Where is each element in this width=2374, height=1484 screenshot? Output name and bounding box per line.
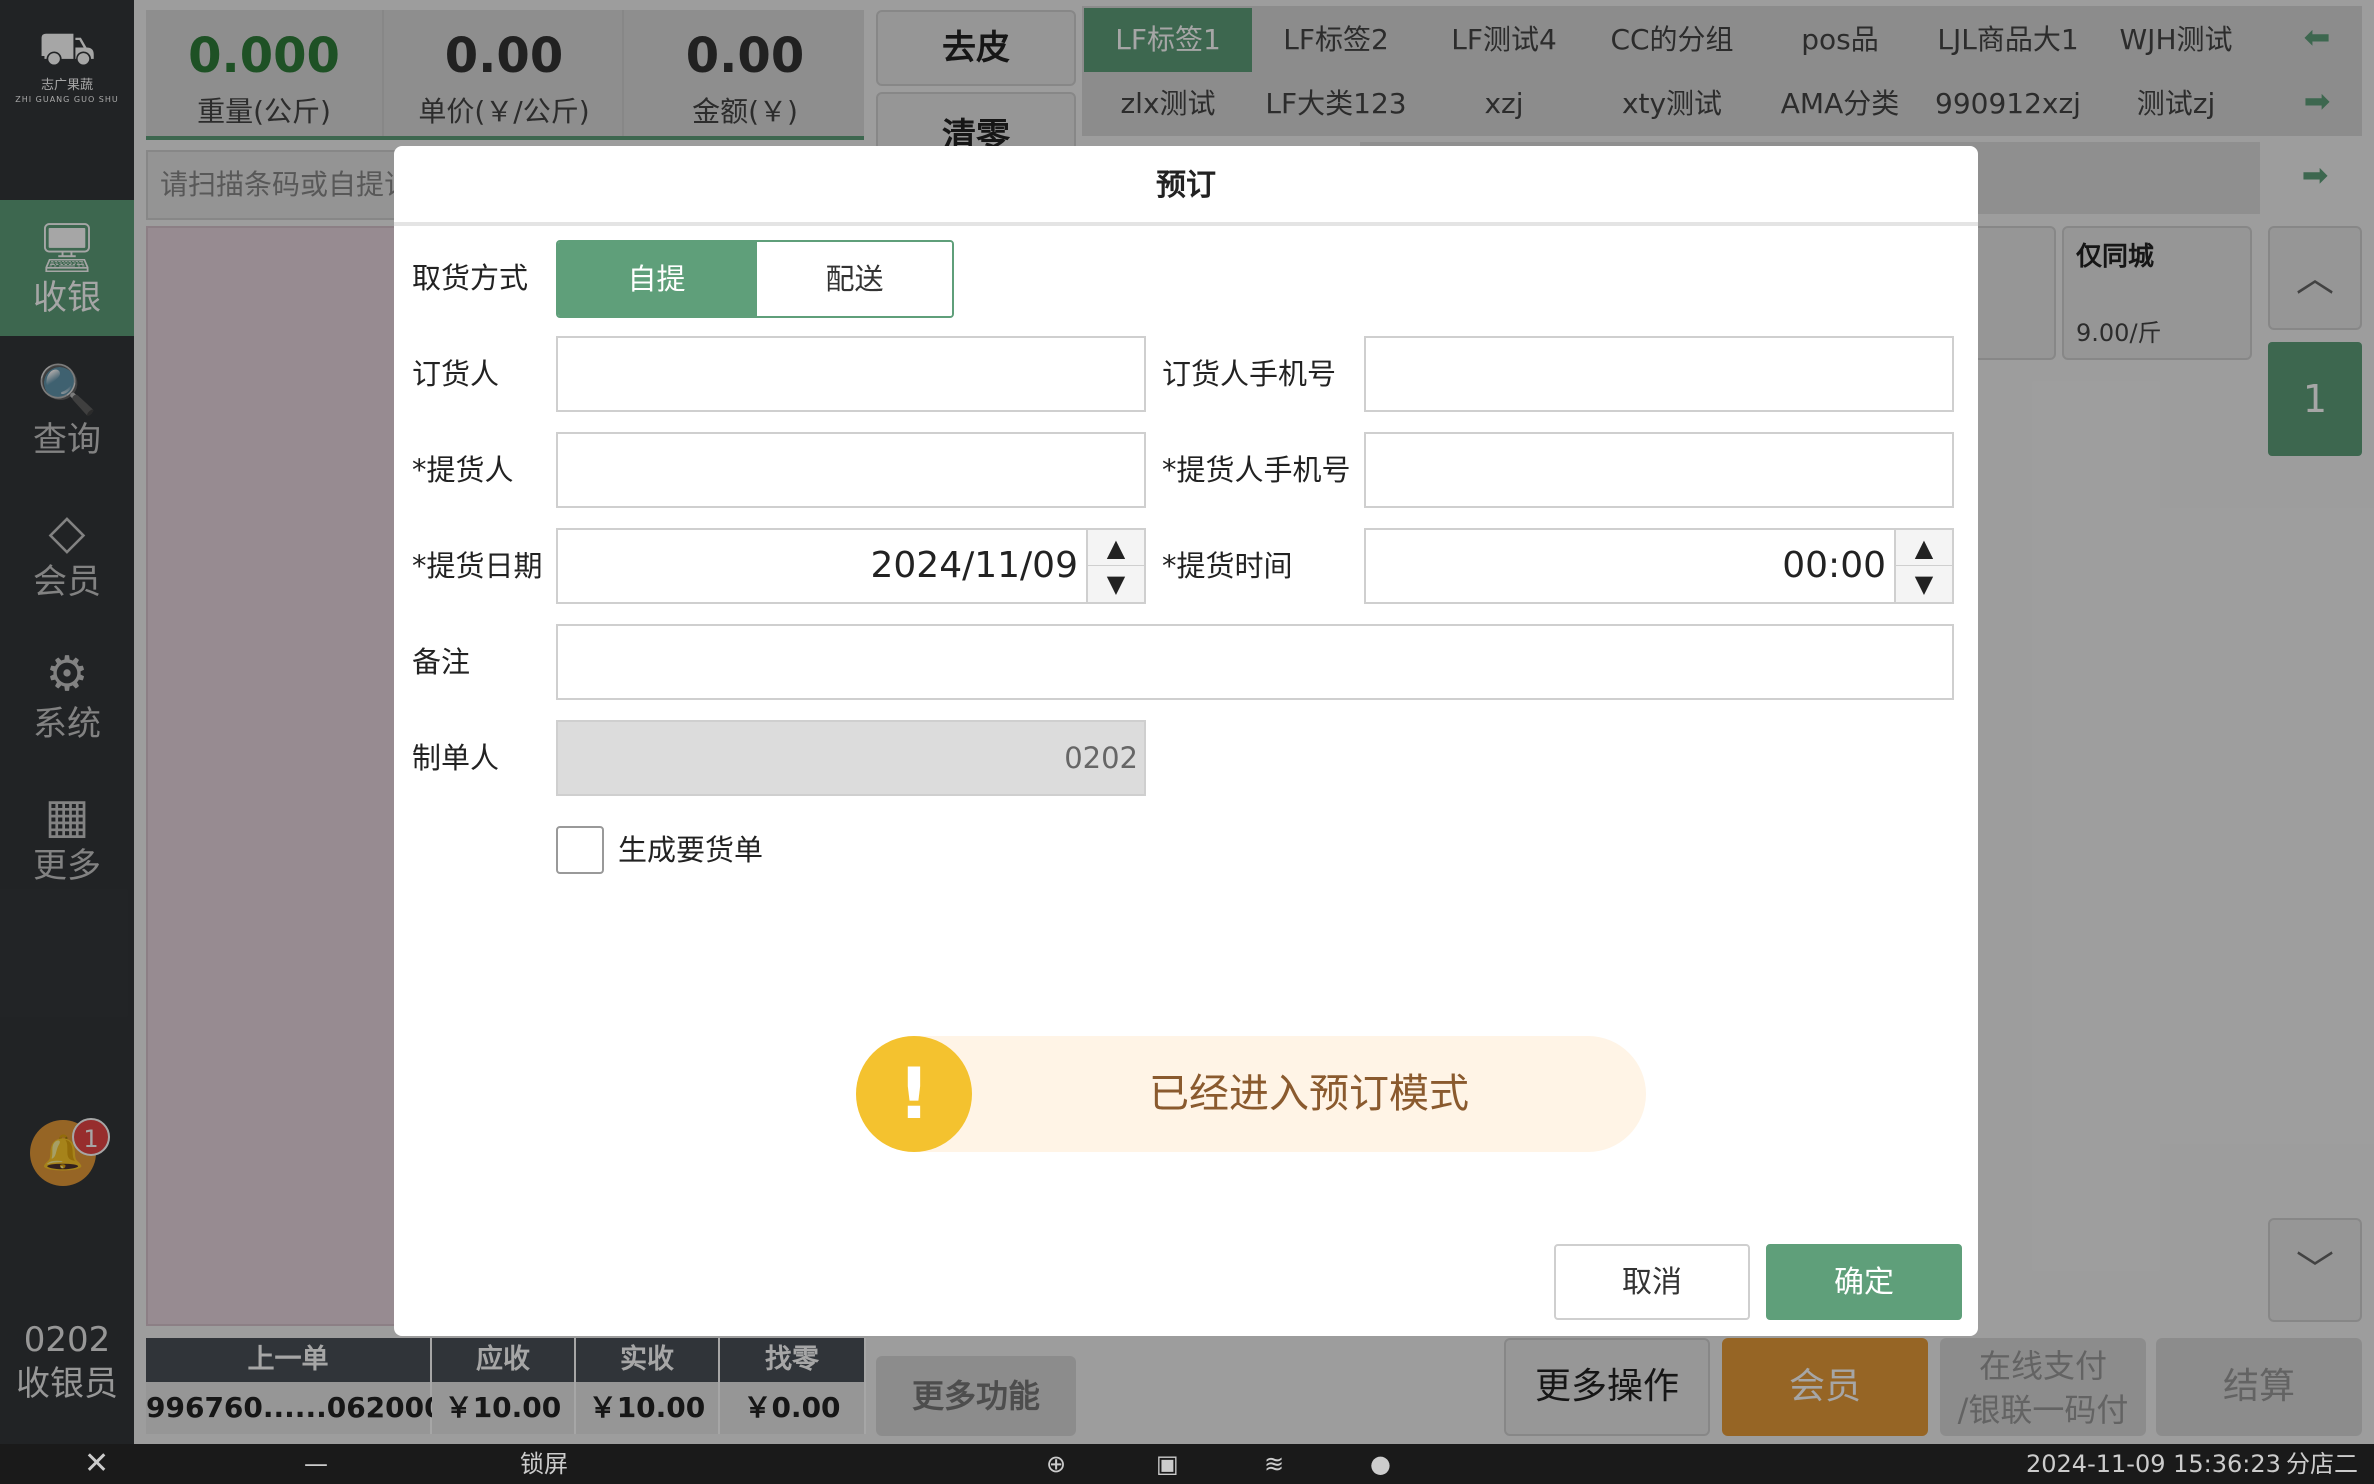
confirm-button[interactable]: 确定 bbox=[1766, 1244, 1962, 1320]
picker-phone-input[interactable] bbox=[1364, 432, 1954, 508]
creator-label: 制单人 bbox=[412, 741, 500, 775]
pickup-date-value: 2024/11/09 bbox=[870, 545, 1079, 586]
creator-field: 0202 bbox=[556, 720, 1146, 796]
generate-order-checkbox[interactable] bbox=[556, 826, 604, 874]
picker-phone-label: *提货人手机号 bbox=[1162, 453, 1351, 487]
dialog-title: 预订 bbox=[394, 146, 1978, 226]
spin-down-icon[interactable]: ▼ bbox=[1896, 566, 1952, 602]
pickup-time-label: *提货时间 bbox=[1162, 549, 1293, 583]
orderer-label: 订货人 bbox=[412, 357, 500, 391]
lock-screen-button[interactable]: 锁屏 bbox=[520, 1444, 568, 1484]
minimize-icon[interactable]: — bbox=[304, 1444, 328, 1484]
close-icon[interactable]: ✕ bbox=[84, 1444, 109, 1484]
store-name: 分店二 bbox=[2286, 1450, 2358, 1478]
remark-input[interactable] bbox=[556, 624, 1954, 700]
remark-label: 备注 bbox=[412, 645, 471, 679]
date-spinner: ▲ ▼ bbox=[1086, 530, 1144, 602]
status-dot-icon: ● bbox=[1370, 1450, 1391, 1478]
picker-input[interactable] bbox=[556, 432, 1146, 508]
reservation-dialog: 预订 取货方式 自提 配送 订货人 订货人手机号 *提货人 *提货人手机号 *提… bbox=[394, 146, 1978, 1336]
pickup-method-label: 取货方式 bbox=[412, 261, 529, 295]
option-delivery[interactable]: 配送 bbox=[755, 242, 952, 316]
spin-up-icon[interactable]: ▲ bbox=[1088, 530, 1144, 566]
pickup-time-value: 00:00 bbox=[1782, 545, 1886, 586]
orderer-phone-input[interactable] bbox=[1364, 336, 1954, 412]
spin-down-icon[interactable]: ▼ bbox=[1088, 566, 1144, 602]
picker-label: *提货人 bbox=[412, 453, 514, 487]
generate-order-label: 生成要货单 bbox=[618, 833, 764, 867]
spin-up-icon[interactable]: ▲ bbox=[1896, 530, 1952, 566]
wifi-icon: ≋ bbox=[1264, 1450, 1285, 1478]
cancel-button[interactable]: 取消 bbox=[1554, 1244, 1750, 1320]
monitor-icon: ▣ bbox=[1156, 1450, 1179, 1478]
orderer-phone-label: 订货人手机号 bbox=[1162, 357, 1337, 391]
pickup-time-input[interactable]: 00:00 ▲ ▼ bbox=[1364, 528, 1954, 604]
globe-icon: ⊕ bbox=[1046, 1450, 1067, 1478]
pickup-date-input[interactable]: 2024/11/09 ▲ ▼ bbox=[556, 528, 1146, 604]
exclamation-icon: ! bbox=[856, 1036, 972, 1152]
pickup-method-toggle: 自提 配送 bbox=[556, 240, 954, 318]
notice-text: 已经进入预订模式 bbox=[1149, 1071, 1469, 1117]
option-self-pickup[interactable]: 自提 bbox=[558, 242, 755, 316]
datetime: 2024-11-09 15:36:23 bbox=[2026, 1450, 2281, 1478]
orderer-input[interactable] bbox=[556, 336, 1146, 412]
time-spinner: ▲ ▼ bbox=[1894, 530, 1952, 602]
taskbar: ✕ — 锁屏 ⊕ ▣ ≋ ● 2024-11-09 15:36:23 分店二 bbox=[0, 1444, 2374, 1484]
pickup-date-label: *提货日期 bbox=[412, 549, 543, 583]
